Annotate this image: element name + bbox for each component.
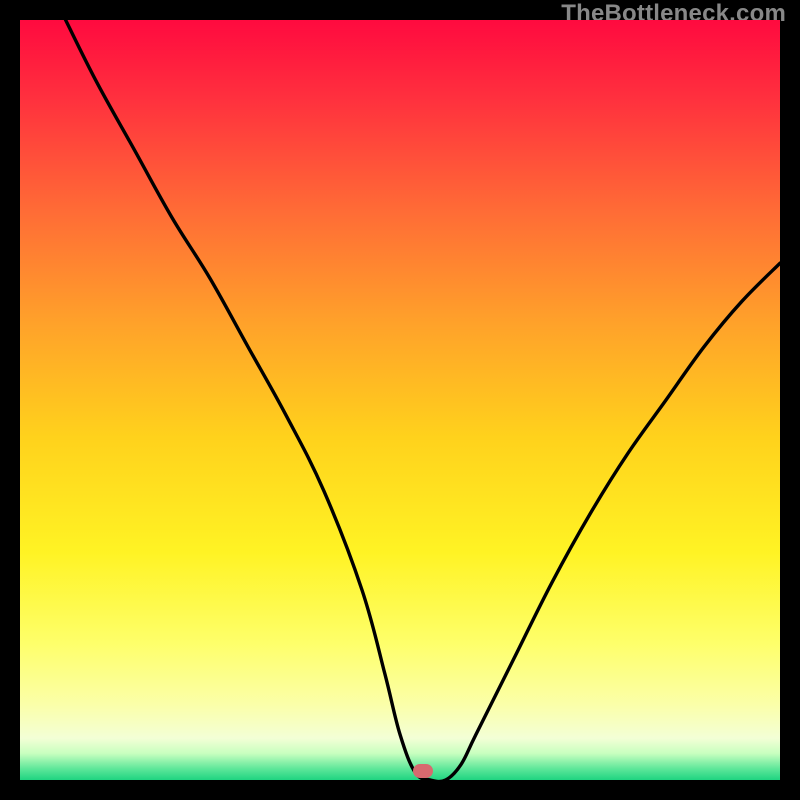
plot-area <box>20 20 780 780</box>
bottleneck-curve <box>20 20 780 780</box>
chart-frame: TheBottleneck.com <box>0 0 800 800</box>
optimal-point-marker <box>413 764 433 778</box>
